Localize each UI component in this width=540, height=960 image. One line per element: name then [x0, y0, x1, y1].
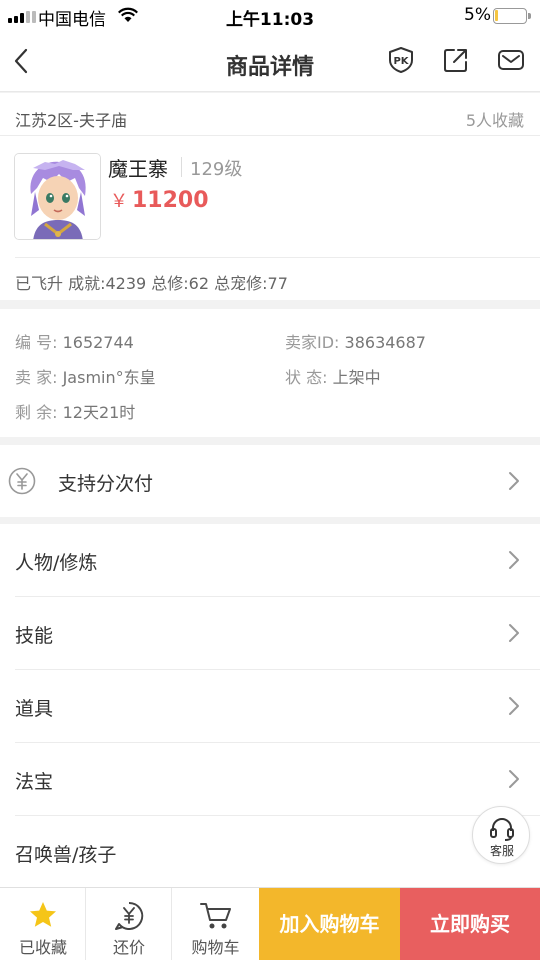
section-label: 道具: [15, 698, 54, 720]
section-pets-children[interactable]: 召唤兽/孩子: [0, 816, 540, 889]
customer-service-label: 客服: [489, 844, 514, 858]
character-stats: 已飞升 成就:4239 总修:62 总宠修:77: [15, 274, 288, 293]
character-class: 魔王寨: [108, 157, 168, 181]
price-value: 11200: [132, 188, 209, 213]
currency-symbol: ￥: [110, 191, 128, 212]
seller-id-value: 38634687: [344, 333, 426, 352]
section-skills[interactable]: 技能: [0, 597, 540, 670]
buy-now-button[interactable]: 立即购买: [400, 888, 540, 960]
status-bar: 中国电信 上午11:03 5%: [0, 0, 540, 32]
installment-label: 支持分次付: [58, 473, 154, 495]
seller: 卖 家: Jasmin°东皇: [15, 364, 156, 388]
section-character-cultivation[interactable]: 人物/修炼: [0, 524, 540, 597]
battery-percent: 5%: [464, 5, 491, 25]
listing-id: 编 号: 1652744: [15, 329, 134, 353]
seller-label: 卖 家:: [15, 368, 58, 387]
seller-id-label: 卖家ID:: [285, 333, 340, 352]
headset-icon: [490, 818, 514, 841]
favorite-label: 已收藏: [18, 938, 67, 957]
price: ￥ 11200: [110, 187, 209, 213]
section-label: 技能: [15, 625, 54, 647]
customer-service-button[interactable]: 客服: [472, 806, 530, 864]
cart-icon: [200, 903, 231, 929]
favorite-button[interactable]: 已收藏: [0, 888, 86, 960]
product-summary: 江苏2区-夫子庙 5人收藏 魔王寨 129级 ￥ 11200 已飞升 成就:42…: [0, 93, 540, 300]
character-level: 129级: [190, 159, 243, 180]
section-treasures[interactable]: 法宝: [0, 743, 540, 816]
status-value: 上架中: [332, 368, 381, 387]
remaining-value: 12天21时: [62, 403, 136, 422]
installment-payment-row[interactable]: 支持分次付: [0, 445, 540, 517]
chevron-right-icon: [509, 770, 519, 788]
chevron-right-icon: [509, 697, 519, 715]
battery-icon: [493, 8, 531, 24]
separator: [181, 157, 182, 177]
section-label: 法宝: [15, 771, 54, 793]
nav-bar: 商品详情 PK: [0, 32, 540, 92]
divider: [15, 257, 540, 258]
seller-value: Jasmin°东皇: [62, 368, 156, 387]
share-icon[interactable]: [442, 46, 470, 74]
remaining-label: 剩 余:: [15, 403, 58, 422]
character-avatar: [14, 153, 101, 240]
chevron-right-icon: [509, 551, 519, 569]
chevron-right-icon: [509, 624, 519, 642]
listing-id-value: 1652744: [62, 333, 134, 352]
status-label: 状 态:: [285, 368, 328, 387]
bargain-button[interactable]: 还价: [86, 888, 172, 960]
pk-compare-icon[interactable]: PK: [387, 46, 415, 74]
add-to-cart-button[interactable]: 加入购物车: [259, 888, 400, 960]
server-region: 江苏2区-夫子庙: [15, 111, 127, 130]
message-icon[interactable]: [497, 46, 525, 74]
section-items[interactable]: 道具: [0, 670, 540, 743]
cart-label: 购物车: [191, 938, 240, 957]
bargain-icon: [115, 901, 144, 930]
divider: [0, 135, 540, 136]
seller-id: 卖家ID: 38634687: [285, 329, 426, 353]
listing-status: 状 态: 上架中: [285, 364, 381, 388]
yen-circle-icon: [8, 467, 36, 495]
bargain-label: 还价: [112, 938, 145, 957]
listing-details: 编 号: 1652744 卖家ID: 38634687 卖 家: Jasmin°…: [0, 309, 540, 437]
star-icon: [30, 902, 56, 927]
svg-text:PK: PK: [393, 56, 409, 67]
bottom-action-bar: 已收藏 还价 购物车 加入购物车 立即购买: [0, 887, 540, 960]
section-label: 召唤兽/孩子: [15, 844, 117, 866]
cart-button[interactable]: 购物车: [172, 888, 259, 960]
time-remaining: 剩 余: 12天21时: [15, 399, 135, 423]
section-label: 人物/修炼: [15, 552, 98, 574]
favorite-count: 5人收藏: [465, 111, 524, 130]
clock: 上午11:03: [225, 10, 315, 30]
listing-id-label: 编 号:: [15, 333, 58, 352]
chevron-right-icon: [509, 472, 519, 490]
